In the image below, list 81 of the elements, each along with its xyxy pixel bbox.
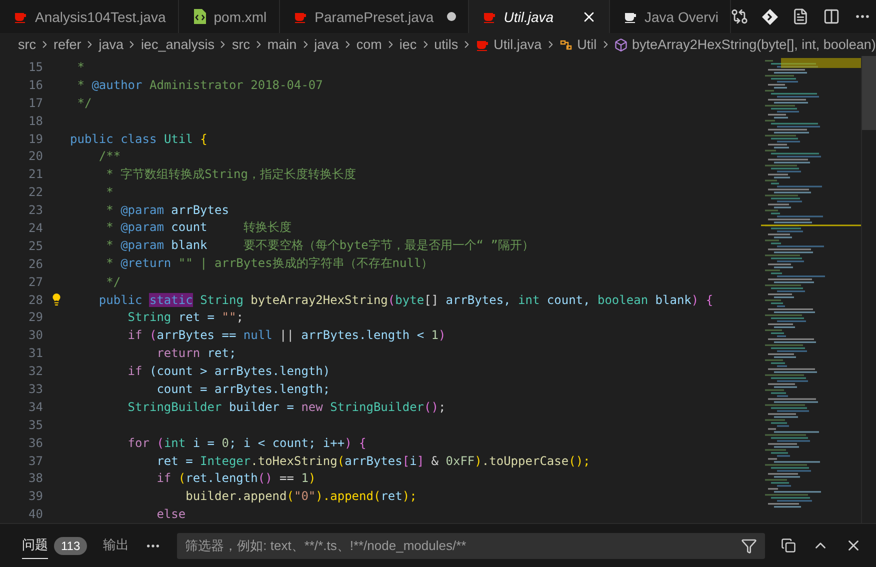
line-number: 33	[28, 382, 43, 396]
line-number: 21	[28, 167, 43, 182]
code-line: ret = Integer.toHexString(arrBytes[i] & 0xFF).toUpperCase();	[156, 454, 590, 468]
line-number: 15	[28, 60, 43, 74]
breadcrumb-item[interactable]: utils	[434, 37, 458, 52]
code-line: builder.append("0").append(ret);	[184, 489, 417, 504]
code-line: count = arrBytes.length;	[156, 382, 330, 396]
code-line: */	[105, 274, 121, 289]
line-number: 22	[28, 185, 43, 200]
filter-field[interactable]: 筛选器，例如: text、**/*.ts、!**/node_modules/**	[177, 532, 765, 558]
editor-tab[interactable]: Util.java	[468, 0, 610, 33]
cube-icon	[614, 38, 628, 52]
code-line: if (arrBytes == null || arrBytes.length < 1)	[126, 328, 446, 342]
line-number: 35	[28, 418, 43, 432]
code-line: * 字节数组转换成String，指定长度转换长度	[105, 166, 356, 183]
scrollbar-thumb[interactable]	[862, 56, 876, 130]
code-line: *	[76, 60, 84, 74]
copy-icon[interactable]	[781, 538, 796, 553]
breadcrumb-item[interactable]: src	[18, 37, 36, 52]
line-number: 23	[28, 203, 43, 218]
line-number: 37	[28, 454, 43, 468]
line-number: 18	[28, 114, 43, 128]
code-line: if (ret.length() == 1)	[156, 471, 316, 486]
line-number: 19	[28, 132, 43, 146]
code-line: * @return "" | arrBytes换成的字符串（不存在null）	[105, 255, 434, 272]
line-number: 25	[28, 238, 43, 253]
code-line: * @param count 转换长度	[105, 219, 292, 236]
line-number: 16	[28, 78, 43, 92]
line-number: 26	[28, 256, 43, 271]
line-number: 27	[28, 274, 43, 289]
count-badge: 113	[54, 536, 88, 554]
breadcrumb-item[interactable]: java	[98, 37, 124, 52]
line-number: 17	[28, 96, 43, 110]
code-line: * @author Administrator 2018-04-07	[76, 78, 323, 92]
line-number: 24	[28, 220, 43, 235]
line-number: 31	[28, 346, 43, 360]
file-code-icon	[192, 9, 207, 24]
panel-tab[interactable]: 问题 113	[22, 524, 88, 567]
code-line: public class Util {	[70, 132, 208, 146]
breadcrumb-item[interactable]: iec_analysis	[140, 37, 214, 52]
split-editor-icon[interactable]	[823, 8, 840, 25]
line-number: 20	[28, 149, 43, 164]
code-line: * @param arrBytes	[105, 203, 229, 218]
breadcrumb-item[interactable]: refer	[53, 37, 82, 52]
line-number: 40	[28, 507, 43, 522]
line-number: 38	[28, 471, 43, 486]
breadcrumb-item[interactable]: src	[232, 37, 250, 52]
breadcrumb-item[interactable]: Util.java	[494, 37, 542, 52]
diamond-icon[interactable]	[762, 8, 778, 24]
compare-icon[interactable]	[731, 8, 748, 25]
editor-tab[interactable]: Java Overvi	[610, 0, 732, 33]
breadcrumb-item[interactable]: byteArray2HexString(byte[], int, boolean)	[632, 37, 876, 52]
code-line: else	[156, 507, 186, 522]
code-line: */	[76, 96, 92, 110]
breadcrumb-item[interactable]: com	[356, 37, 382, 52]
document-icon[interactable]	[792, 8, 810, 25]
line-number: 29	[28, 310, 43, 324]
code-line: if (count > arrBytes.length)	[126, 364, 330, 378]
line-number: 32	[28, 364, 43, 378]
line-number: 28	[28, 292, 43, 307]
code-line: return ret;	[156, 346, 236, 360]
editor-tab[interactable]: ParamePreset.java	[280, 0, 469, 33]
lightbulb-icon[interactable]	[50, 293, 63, 306]
class-icon	[559, 38, 574, 52]
breadcrumb-item[interactable]: main	[267, 37, 297, 52]
code-line: public static String byteArray2HexString(byte[] arrBytes, int count, boolean blank) {	[98, 292, 714, 307]
breadcrumb-item[interactable]: iec	[399, 37, 417, 52]
code-line: String ret = "";	[126, 310, 244, 324]
code-line: /**	[98, 149, 121, 164]
code-line: StringBuilder builder = new StringBuilder();	[126, 400, 446, 414]
line-number: 34	[28, 400, 43, 414]
code-line: for (int i = 0; i < count; i++) {	[126, 436, 366, 450]
line-number: 30	[28, 328, 43, 342]
filter-icon[interactable]	[741, 538, 757, 554]
breadcrumb-item[interactable]: java	[314, 37, 339, 52]
line-number: 39	[28, 489, 43, 504]
code-line: * @param blank 要不要空格（每个byte字节，最是否用一个“ ”隔开）	[105, 237, 534, 254]
line-number: 36	[28, 436, 43, 450]
panel-tab[interactable]: 输出	[103, 524, 130, 567]
breadcrumb-item[interactable]: Util	[577, 37, 597, 52]
code-line: *	[105, 185, 114, 200]
